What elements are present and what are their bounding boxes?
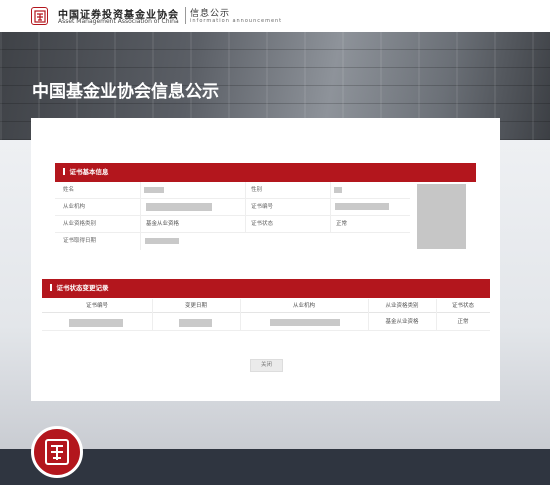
qualification-label: 从业资格类别 (63, 221, 97, 227)
institution-value-redacted (146, 203, 212, 211)
gender-label: 性别 (251, 187, 263, 193)
info-row: 从业资格类别 基金从业资格 证书状态 正常 (55, 216, 410, 233)
issue-date-value-redacted (145, 238, 179, 244)
section-marker (63, 168, 65, 175)
record-cert-no-redacted (69, 319, 123, 327)
footer-logo-badge[interactable] (31, 426, 83, 478)
institution-label: 从业机构 (63, 204, 86, 210)
cert-status-value: 正常 (336, 221, 348, 227)
table-row: 基金从业资格 正常 (42, 314, 490, 331)
column-header-qualification: 从业资格类别 (385, 303, 419, 309)
info-row: 证书取得日期 (55, 233, 410, 250)
column-divider (240, 299, 241, 331)
records-table-header: 证书编号 变更日期 从业机构 从业资格类别 证书状态 (42, 299, 490, 313)
column-divider (140, 182, 141, 250)
column-header-cert-no: 证书编号 (85, 303, 108, 309)
column-divider (330, 182, 331, 233)
change-records-title: 证书状态变更记录 (56, 284, 109, 292)
column-header-institution: 从业机构 (292, 303, 315, 309)
cert-no-value-redacted (335, 203, 389, 210)
basic-info-header: 证书基本信息 (55, 163, 476, 182)
info-row: 从业机构 证书编号 (55, 199, 410, 216)
holder-photo-redacted (417, 184, 466, 249)
record-qualification: 基金从业资格 (385, 319, 419, 325)
logo-seal-icon (33, 9, 46, 23)
qualification-value: 基金从业资格 (146, 221, 180, 227)
column-header-change-date: 变更日期 (184, 303, 207, 309)
section-marker (50, 284, 52, 291)
column-header-status: 证书状态 (451, 303, 474, 309)
gender-value-redacted (334, 187, 342, 193)
page-title: 中国基金业协会信息公示 (32, 82, 219, 102)
change-records-header: 证书状态变更记录 (42, 279, 490, 298)
basic-info-title: 证书基本信息 (69, 168, 109, 176)
basic-info-grid: 姓名 性别 从业机构 证书编号 从业资格类别 基金从业资格 证书状态 正常 证书… (55, 182, 475, 250)
column-divider (368, 299, 369, 331)
column-divider (245, 182, 246, 233)
cert-status-label: 证书状态 (251, 221, 274, 227)
section-title-en: information announcement (190, 18, 283, 24)
name-label: 姓名 (63, 187, 75, 193)
name-value-redacted (144, 187, 164, 193)
info-row: 姓名 性别 (55, 182, 410, 199)
issue-date-label: 证书取得日期 (63, 238, 97, 244)
header-divider (185, 7, 186, 24)
record-date-redacted (179, 319, 212, 327)
logo-seal-icon (45, 439, 69, 465)
column-divider (152, 299, 153, 331)
org-name-en: Asset Management Association of China (58, 18, 179, 25)
close-button[interactable]: 关闭 (250, 359, 283, 372)
cert-no-label: 证书编号 (251, 204, 274, 210)
top-header: 中国证券投资基金业协会 Asset Management Association… (0, 0, 550, 32)
record-status: 正常 (457, 319, 469, 325)
association-logo[interactable] (31, 7, 48, 25)
record-institution-redacted (270, 319, 340, 326)
column-divider (436, 299, 437, 331)
